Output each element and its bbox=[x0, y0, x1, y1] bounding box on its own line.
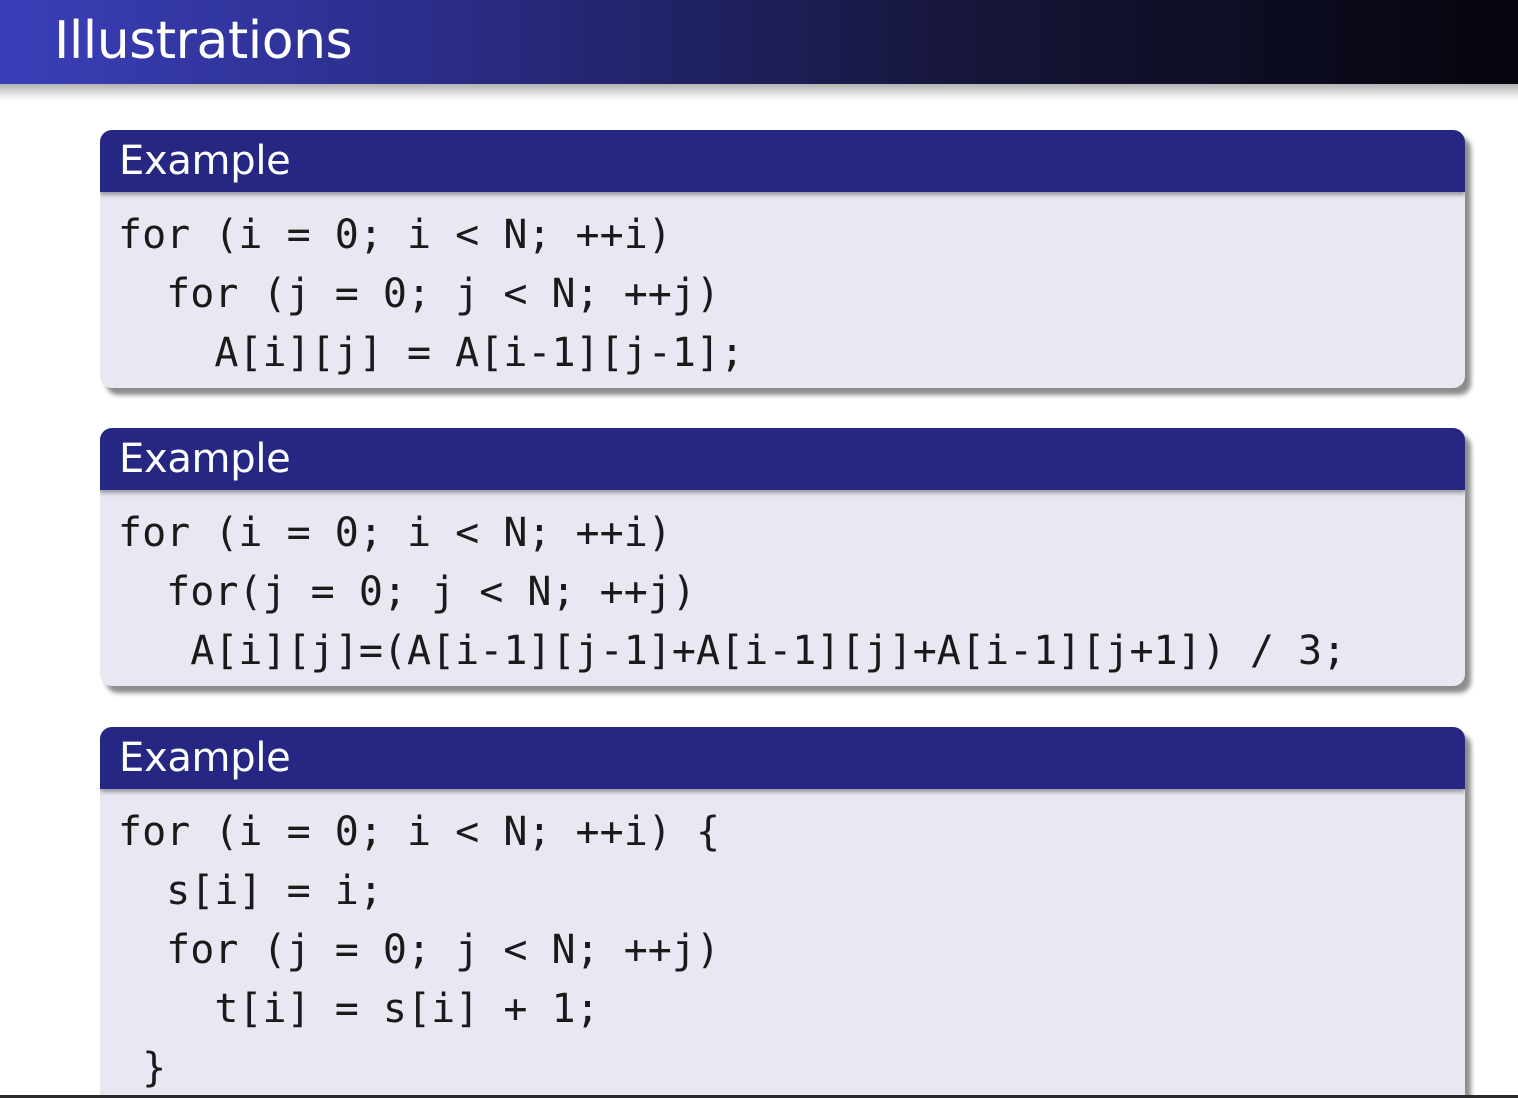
example-block-3-header: Example bbox=[100, 727, 1465, 789]
example-block-3-code: for (i = 0; i < N; ++i) { s[i] = i; for … bbox=[100, 789, 1465, 1098]
example-block-2-header: Example bbox=[100, 428, 1465, 490]
code-line: for (j = 0; j < N; ++j) bbox=[118, 927, 721, 973]
code-line: for (i = 0; i < N; ++i) { bbox=[118, 809, 721, 855]
slide-title: Illustrations bbox=[54, 11, 353, 71]
example-block-1-title: Example bbox=[119, 138, 291, 184]
code-line: s[i] = i; bbox=[118, 868, 383, 914]
code-line: A[i][j] = A[i-1][j-1]; bbox=[118, 330, 745, 376]
code-line: } bbox=[118, 1045, 167, 1091]
example-block-1-header: Example bbox=[100, 130, 1465, 192]
example-block-3-title: Example bbox=[119, 735, 291, 781]
code-line: for (j = 0; j < N; ++j) bbox=[118, 271, 721, 317]
code-line: for (i = 0; i < N; ++i) bbox=[118, 510, 672, 556]
code-line: for (i = 0; i < N; ++i) bbox=[118, 212, 672, 258]
example-block-2: Example for (i = 0; i < N; ++i) for(j = … bbox=[100, 428, 1465, 686]
code-line: for(j = 0; j < N; ++j) bbox=[118, 569, 696, 615]
code-line: t[i] = s[i] + 1; bbox=[118, 986, 600, 1032]
example-block-3: Example for (i = 0; i < N; ++i) { s[i] =… bbox=[100, 727, 1465, 1098]
example-block-1-code: for (i = 0; i < N; ++i) for (j = 0; j < … bbox=[100, 192, 1465, 383]
example-block-1: Example for (i = 0; i < N; ++i) for (j =… bbox=[100, 130, 1465, 388]
example-block-2-title: Example bbox=[119, 436, 291, 482]
code-line: A[i][j]=(A[i-1][j-1]+A[i-1][j]+A[i-1][j+… bbox=[118, 628, 1347, 674]
example-block-2-code: for (i = 0; i < N; ++i) for(j = 0; j < N… bbox=[100, 490, 1465, 681]
title-bar-shadow bbox=[0, 84, 1518, 100]
slide-title-bar: Illustrations bbox=[0, 0, 1518, 84]
